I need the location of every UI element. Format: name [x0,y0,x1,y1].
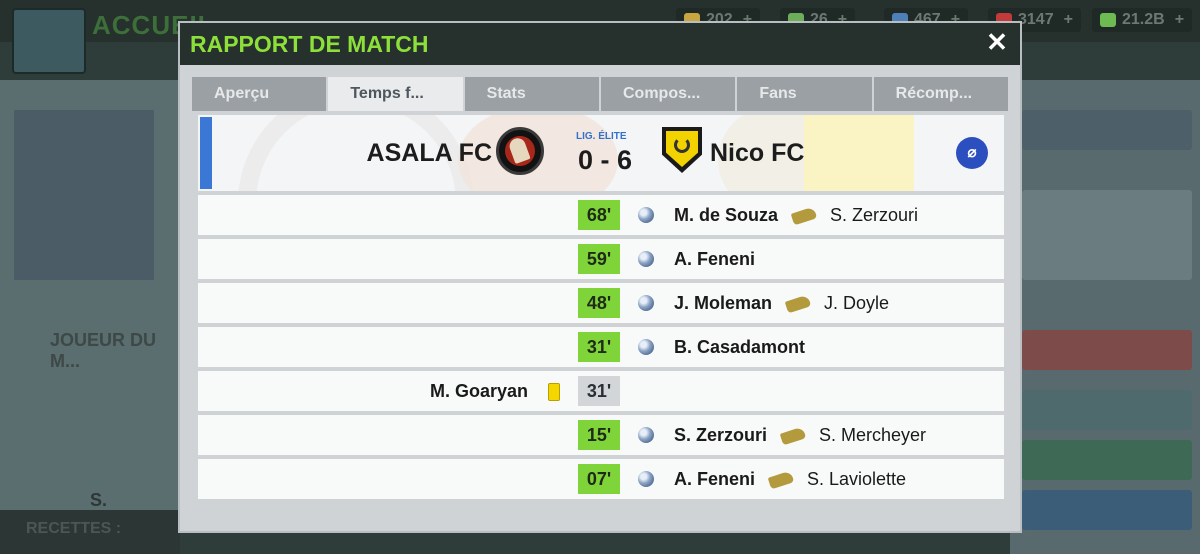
assist-boot-icon [779,426,807,446]
goal-scorer: B. Casadamont [674,337,806,357]
add-currency-button[interactable]: + [1064,11,1073,29]
goal-ball-icon [638,427,654,443]
event-row: 07' A. Feneni S. Laviolette [198,459,1004,499]
event-row: 15' S. Zerzouri S. Mercheyer [198,415,1004,455]
dialog-title: RAPPORT DE MATCH [190,31,429,57]
weather-icon[interactable]: ⌀ [956,137,988,169]
event-row: 48' J. Moleman J. Doyle [198,283,1004,323]
event-row: 31' M. Goaryan [198,371,1004,411]
tab-bar: Aperçu Temps f... Stats Compos... Fans Récomp… [192,77,1008,111]
goal-scorer: A. Feneni [674,469,756,489]
background-left-panel: JOUEUR DU M... S. Merchey... [0,80,180,554]
assist-player: S. Mercheyer [819,425,927,445]
currency-icon [1100,13,1116,27]
goal-ball-icon [638,339,654,355]
tab-2[interactable]: Temps f... [328,77,463,111]
background-revenue-label: RECETTES : [26,520,122,537]
background-panel-block [1022,440,1192,480]
booked-player: M. Goaryan [429,381,528,401]
home-team-name: ASALA FC [366,139,492,167]
goal-ball-icon [638,295,654,311]
event-minute: 07' [578,464,620,494]
timeline-content: ASALA FC LIG. ÉLITE 0 - 6 Nico FC ⌀ 68' M… [198,115,1004,499]
goal-scorer: M. de Souza [674,205,779,225]
goal-scorer: J. Moleman [674,293,773,313]
goal-ball-icon [638,471,654,487]
goal-ball-icon [638,251,654,267]
event-minute: 59' [578,244,620,274]
event-minute: 68' [578,200,620,230]
assist-boot-icon [784,294,812,314]
event-minute: 31' [578,376,620,406]
assist-boot-icon [790,206,818,226]
background-player-of-match-label: JOUEUR DU M... [50,330,157,371]
background-panel-block [1022,190,1192,280]
away-team-name: Nico FC [710,139,805,167]
tab-6[interactable]: Récomp... [873,77,1008,111]
dialog-header: RAPPORT DE MATCH ✕ [180,23,1020,65]
assist-boot-icon [767,470,795,490]
goal-scorer: S. Zerzouri [674,425,768,445]
event-row: 31' B. Casadamont [198,327,1004,367]
background-panel-block [1022,330,1192,370]
tab-5[interactable]: Fans [737,77,872,111]
event-minute: 48' [578,288,620,318]
close-icon[interactable]: ✕ [984,29,1010,55]
event-row: 68' M. de Souza S. Zerzouri [198,195,1004,235]
background-panel-block [1022,490,1192,530]
match-header: ASALA FC LIG. ÉLITE 0 - 6 Nico FC ⌀ [198,115,1004,191]
spartan-helmet-crest-icon [496,127,544,175]
tab-3[interactable]: Stats [464,77,599,111]
currency-value: 3147 [1018,11,1054,28]
currency-value: 21.2B [1122,11,1165,28]
background-panel-block [1022,390,1192,430]
match-score: 0 - 6 [578,145,633,175]
laurel-shield-crest-icon [662,127,702,173]
club-logo [12,8,86,74]
background-right-panel [1010,80,1200,554]
event-row: 59' A. Feneni [198,239,1004,279]
currency-stat: 21.2B + [1092,8,1193,32]
home-side-accent-bar [200,117,212,189]
goal-scorer: A. Feneni [674,249,756,269]
event-minute: 31' [578,332,620,362]
league-label: LIG. ÉLITE [576,131,627,142]
assist-player: J. Doyle [824,293,890,313]
yellow-card-icon [548,383,560,401]
goal-ball-icon [638,207,654,223]
background-bottom-bar: RECETTES : [0,510,180,554]
assist-player: S. Zerzouri [830,205,919,225]
background-panel-block [14,110,154,280]
tab-1[interactable]: Aperçu [192,77,327,111]
background-panel-block [1022,110,1192,150]
background-watermark [804,115,914,191]
event-minute: 15' [578,420,620,450]
event-list: 68' M. de Souza S. Zerzouri 59' A. Feneni 48'… [198,195,1004,503]
add-currency-button[interactable]: + [1175,11,1184,29]
tab-4[interactable]: Compos... [600,77,736,111]
match-report-dialog: RAPPORT DE MATCH ✕ Aperçu Temps f... Stats… [178,21,1022,533]
assist-player: S. Laviolette [807,469,907,489]
